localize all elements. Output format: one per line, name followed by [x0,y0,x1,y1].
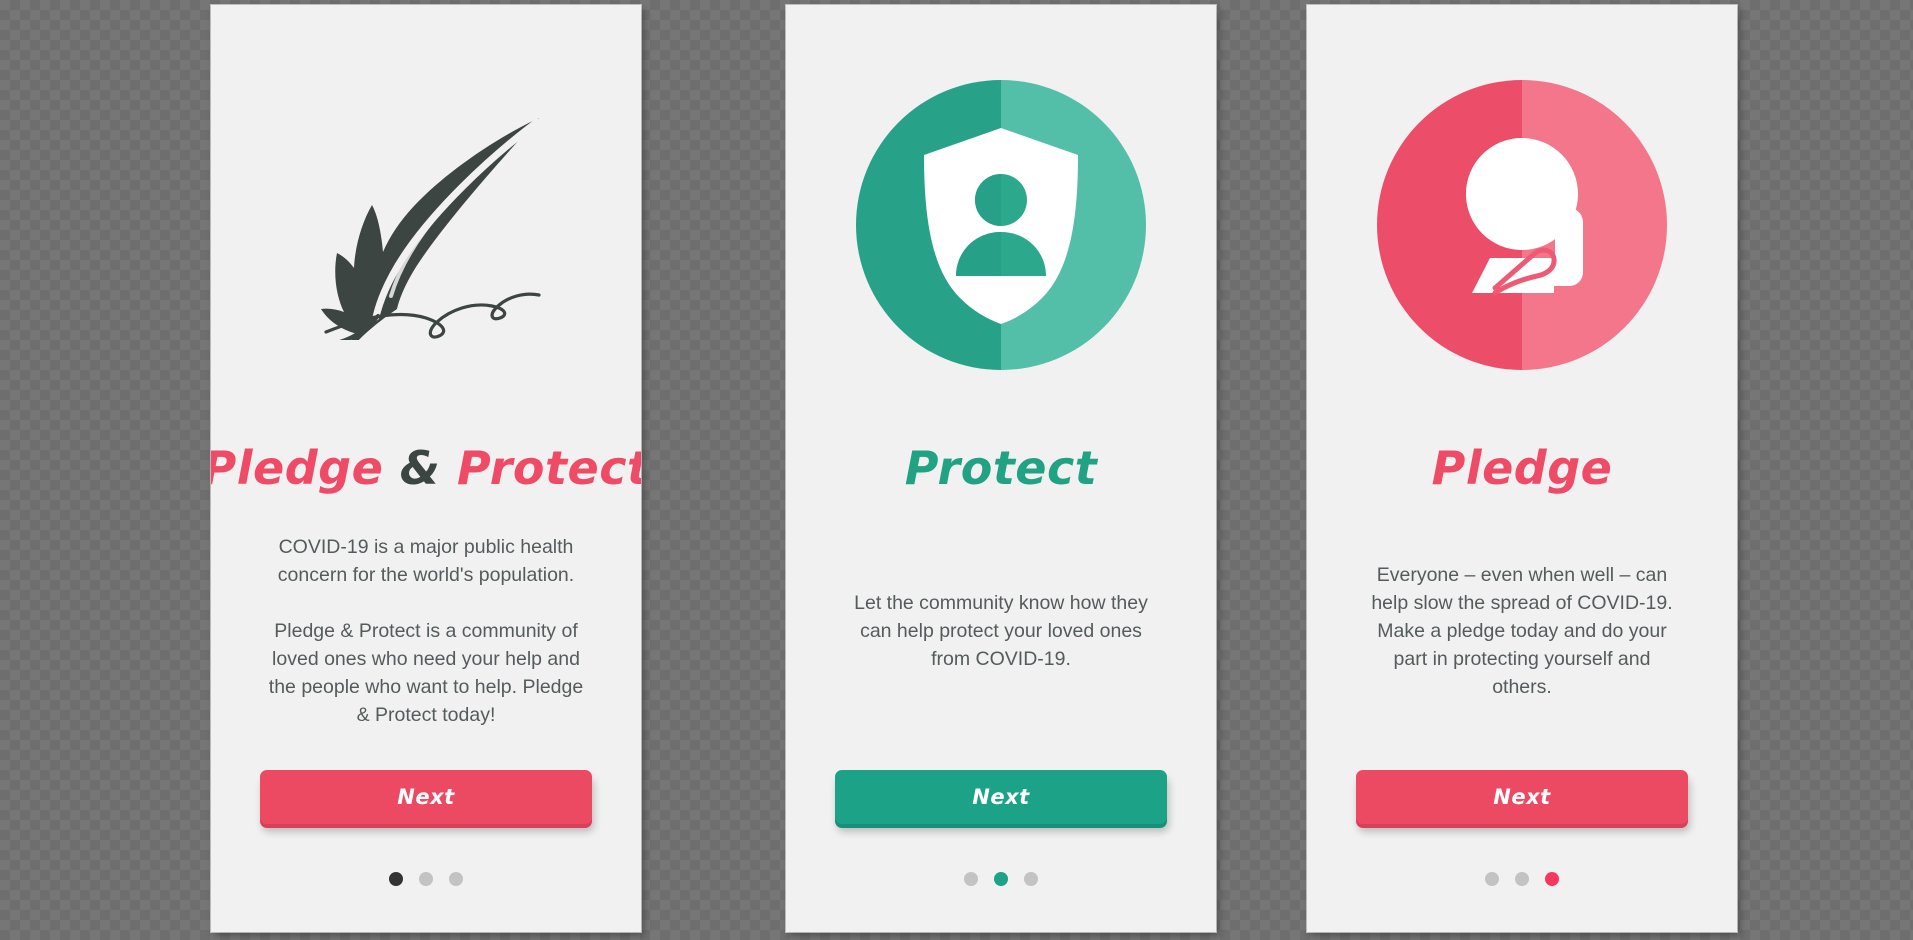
onboarding-screen-2: Protect Let the community know how they … [786,5,1216,932]
screen-1-body: COVID-19 is a major public health concer… [211,491,641,770]
screen-3-paragraph-1: Everyone – even when well – can help slo… [1371,563,1673,698]
onboarding-screens-row: Pledge & Protect COVID-19 is a major pub… [0,0,1913,940]
onboarding-screen-1: Pledge & Protect COVID-19 is a major pub… [211,5,641,932]
next-button[interactable]: Next [1356,770,1688,824]
screen-2-body: Let the community know how they can help… [786,491,1216,770]
title-part-ampersand: & [399,441,441,495]
page-dot-2[interactable] [419,872,433,886]
screen-3-page-indicator [1485,872,1559,886]
shield-person-circle-icon [856,80,1146,370]
quill-feather-signature-icon [321,118,541,340]
page-dot-3[interactable] [1545,872,1559,886]
screen-2-page-indicator [964,872,1038,886]
title-part-protect: Protect [904,441,1098,495]
screen-1-title: Pledge & Protect [211,445,641,491]
title-part-pledge: Pledge [211,441,384,495]
next-button[interactable]: Next [835,770,1167,824]
screen-1-page-indicator [389,872,463,886]
person-raised-hand-illustration [1307,5,1737,445]
person-raised-hand-circle-icon [1377,80,1667,370]
page-dot-1[interactable] [964,872,978,886]
page-dot-1[interactable] [1485,872,1499,886]
quill-feather-signature-illustration [211,5,641,445]
next-button[interactable]: Next [260,770,592,824]
title-part-protect: Protect [456,441,641,495]
screen-2-title: Protect [905,445,1098,491]
screen-1-paragraph-2: Pledge & Protect is a community of loved… [268,619,584,726]
screen-2-paragraph-1: Let the community know how they can help… [854,591,1148,670]
page-dot-3[interactable] [449,872,463,886]
page-dot-2[interactable] [994,872,1008,886]
page-dot-2[interactable] [1515,872,1529,886]
screen-1-paragraph-1: COVID-19 is a major public health concer… [277,535,575,586]
page-dot-1[interactable] [389,872,403,886]
title-part-pledge: Pledge [1431,441,1613,495]
screen-3-title: Pledge [1432,445,1613,491]
screen-3-body: Everyone – even when well – can help slo… [1307,491,1737,770]
page-dot-3[interactable] [1024,872,1038,886]
onboarding-screen-3: Pledge Everyone – even when well – can h… [1307,5,1737,932]
shield-person-illustration [786,5,1216,445]
